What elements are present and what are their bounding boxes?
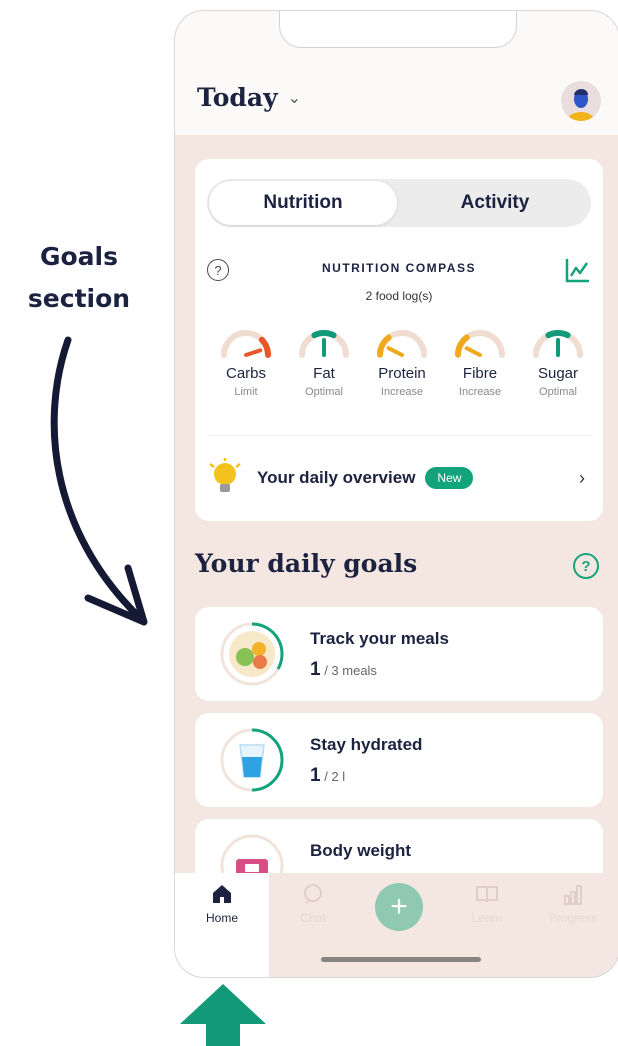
- lightbulb-icon: [209, 458, 241, 492]
- gauge-sugar[interactable]: Sugar Optimal: [519, 327, 597, 398]
- home-indicator: [321, 957, 481, 962]
- gauge-label: Carbs: [225, 365, 266, 382]
- compass-title: NUTRITION COMPASS: [322, 261, 476, 275]
- gauge-dial-icon: [377, 330, 427, 358]
- avatar-illustration: [561, 81, 601, 121]
- gauge-dial-icon: [299, 330, 349, 358]
- segmented-control: Nutrition Activity: [207, 179, 591, 227]
- goal-target: / 3 meals: [320, 663, 377, 678]
- gauge-label: Sugar: [537, 365, 579, 382]
- meal-plate-icon: [220, 622, 284, 686]
- tab-progress[interactable]: Progress: [533, 883, 613, 925]
- tab-chat[interactable]: Chat: [273, 883, 353, 925]
- date-selector[interactable]: Today ⌄: [197, 83, 301, 112]
- nutrition-gauges: Carbs Limit Fat Optimal Protein Increase Fibre…: [207, 327, 599, 398]
- book-icon: [476, 886, 498, 903]
- chat-icon: [304, 884, 322, 904]
- goal-current: 1: [310, 765, 321, 786]
- progress-bars-icon: [564, 885, 582, 905]
- gauge-protein[interactable]: Protein Increase: [363, 327, 441, 398]
- home-icon: [213, 885, 231, 903]
- phone-frame: Today ⌄ Nutrition Activity ? NUTRITION C…: [174, 10, 618, 978]
- goal-card-hydration[interactable]: Stay hydrated 1 / 2 l: [195, 713, 603, 807]
- tab-activity[interactable]: Activity: [399, 179, 591, 227]
- page-title: Today: [197, 83, 278, 112]
- gauge-fibre[interactable]: Fibre Increase: [441, 327, 519, 398]
- phone-notch: [279, 11, 517, 48]
- annotation-label: Goals section: [27, 242, 131, 313]
- bottom-arrow-icon: [180, 984, 266, 1046]
- tab-home[interactable]: Home: [182, 883, 262, 925]
- trend-chart-icon[interactable]: [565, 257, 591, 283]
- daily-overview-row[interactable]: Your daily overview New ›: [207, 455, 591, 501]
- gauge-fat[interactable]: Fat Optimal: [285, 327, 363, 398]
- tab-nutrition[interactable]: Nutrition: [209, 181, 397, 225]
- divider: [207, 435, 591, 436]
- gauge-status: Limit: [234, 386, 258, 398]
- annotation-arrow: [50, 336, 148, 626]
- gauge-carbs[interactable]: Carbs Limit: [207, 327, 285, 398]
- goal-progress: 1 / 3 meals: [310, 659, 377, 681]
- gauge-status: Optimal: [305, 386, 343, 398]
- plus-icon: +: [390, 890, 408, 923]
- goals-heading: Your daily goals: [195, 549, 418, 578]
- new-badge: New: [425, 467, 474, 489]
- bottom-tab-bar: Home Chat + Learn Progress: [175, 873, 618, 977]
- goal-title: Track your meals: [310, 629, 449, 648]
- add-button[interactable]: +: [375, 883, 423, 931]
- nutrition-card: Nutrition Activity ? NUTRITION COMPASS 2…: [195, 159, 603, 521]
- water-glass-icon: [220, 728, 284, 792]
- goal-progress: 1 / 2 l: [310, 765, 345, 787]
- tab-label: Home: [205, 911, 238, 925]
- goals-help-icon[interactable]: ?: [573, 553, 599, 579]
- compass-subtitle: 2 food log(s): [365, 289, 433, 303]
- gauge-status: Increase: [458, 386, 502, 398]
- goal-title: Stay hydrated: [310, 735, 423, 754]
- gauge-dial-icon: [455, 330, 505, 358]
- gauge-label: Protein: [378, 365, 426, 382]
- chevron-right-icon: ›: [579, 467, 585, 488]
- goal-current: 1: [310, 659, 321, 680]
- overview-label: Your daily overview: [257, 468, 416, 487]
- gauge-label: Fibre: [462, 365, 498, 382]
- goal-target: / 2 l: [320, 769, 346, 784]
- app-header: Today ⌄: [175, 11, 618, 135]
- gauge-label: Fat: [313, 365, 335, 382]
- tab-label: Learn: [471, 911, 503, 925]
- tab-label: Progress: [548, 911, 598, 925]
- tab-learn[interactable]: Learn: [447, 883, 527, 925]
- goal-title: Body weight: [310, 841, 412, 860]
- goal-card-meals[interactable]: Track your meals 1 / 3 meals: [195, 607, 603, 701]
- tab-label: Chat: [300, 911, 326, 925]
- gauge-dial-icon: [533, 330, 583, 358]
- gauge-dial-icon: [221, 330, 271, 358]
- chevron-down-icon: ⌄: [287, 88, 302, 107]
- avatar[interactable]: [561, 81, 601, 121]
- gauge-status: Increase: [380, 386, 424, 398]
- gauge-status: Optimal: [539, 386, 577, 398]
